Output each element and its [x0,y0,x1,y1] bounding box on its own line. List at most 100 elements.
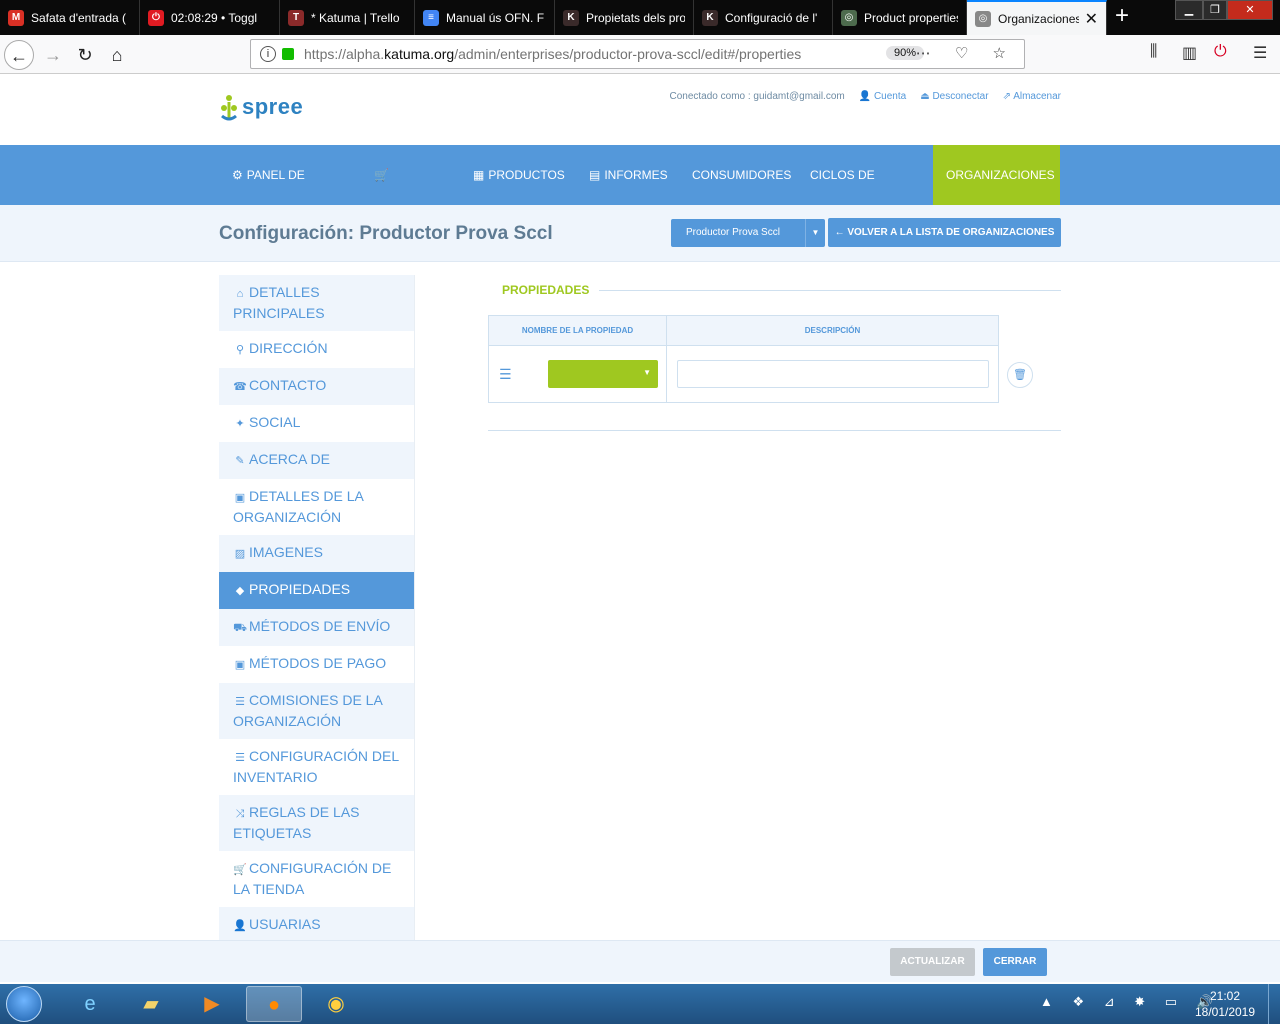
update-button[interactable]: Actualizar [890,948,975,976]
browser-tab[interactable]: ◎ Organizaciones ✕ [967,0,1107,35]
sidebar-item[interactable]: ⚲ Dirección [219,331,415,368]
sidebar-item[interactable]: ⛟ Métodos de envío [219,609,415,646]
os-taskbar: e ▰ ▶ ● ◉ ▲ ❖ ⊿ ✸ ▭ 🔊 21:02 18/01/2019 [0,984,1280,1024]
library-icon[interactable]: ⫼ [1150,43,1157,61]
sidebar-item[interactable]: ⤨ Reglas de las etiquetas [219,795,415,851]
sidebar-item-label: Configuración del inventario [233,748,399,785]
column-header-name: Nombre de la propiedad [488,315,667,346]
browser-tab[interactable]: ≡ Manual ús OFN. F [415,0,555,35]
nav-item[interactable]: ▤ Informes [576,145,668,205]
logout-link[interactable]: ⏏ Desconectar [920,91,988,102]
sidebar-item[interactable]: 👤 Usuarias [219,907,415,944]
browser-tab[interactable]: ⏻ 02:08:29 • Toggl [140,0,280,35]
column-header-description: Descripción [666,315,999,346]
external-link-icon: ⇗ [1002,91,1014,102]
sidebar-item[interactable]: ◆ Propiedades [219,572,415,609]
browser-tab-label: Propietats dels pro [586,10,685,25]
sidebar-item-label: Dirección [249,340,328,356]
chrome-icon[interactable]: ◉ [308,986,364,1022]
content-divider [488,430,1061,431]
sidebar-item[interactable]: ✎ Acerca de [219,442,415,479]
home-icon[interactable]: ⌂ [102,40,132,70]
nav-item[interactable]: 🛒Pedidos [361,145,455,242]
url-bar[interactable]: i https://alpha. katuma.org/admin/enterpr… [250,39,1025,69]
user-bar: Conectado como : guidamt@gmail.com 👤 Cue… [669,91,1061,102]
new-tab-button[interactable]: + [1108,3,1136,31]
sidebar-icon[interactable]: ▥ [1182,43,1197,63]
nav-item-icon: ⚙ [232,168,243,182]
nav-item[interactable]: Organizaciones [933,145,1060,205]
nav-item[interactable]: ⚙Panel de inicio [219,145,355,242]
enterprise-select[interactable]: Productor Prova Sccl ▼ [671,219,825,247]
table-row: ☰ ▼ [488,345,999,403]
browser-tab[interactable]: K Configuració de l' [694,0,833,35]
firefox-icon[interactable]: ● [246,986,302,1022]
gmail-icon: M [8,9,24,26]
properties-table: Nombre de la propiedad Descripción ☰ ▼ [488,315,999,403]
trash-icon[interactable]: 🗑 [1007,362,1033,388]
padlock-icon [282,48,294,60]
media-player-icon[interactable]: ▶ [184,986,240,1022]
forward-arrow-icon[interactable]: → [38,40,68,70]
sidebar-item[interactable]: ☰ Configuración del inventario [219,739,415,795]
nav-item-icon: ▦ [473,168,485,182]
nav-item-icon: ▤ [589,168,601,182]
window-close-button[interactable]: ✕ [1227,0,1273,20]
store-link[interactable]: ⇗ Almacenar [1003,91,1061,102]
sidebar-item-icon: ✦ [235,418,245,430]
minimize-button[interactable]: ▁ [1175,0,1203,20]
menu-icon[interactable]: ☰ [1253,43,1267,63]
back-to-list-button[interactable]: ← Volver a la lista de organizaciones [828,218,1061,247]
browser-tab-label: Manual ús OFN. F [446,10,545,25]
property-description-input[interactable] [677,360,989,388]
url-prefix: https://alpha. [304,46,385,62]
sidebar-item-label: Acerca de [249,451,330,467]
trello-icon: T [288,9,304,26]
sidebar-item[interactable]: ✦ Social [219,405,415,442]
sidebar-item[interactable]: ▣ Métodos de pago [219,646,415,683]
sidebar-item-icon: ▣ [234,492,246,504]
back-arrow-icon[interactable]: ← [4,40,34,70]
katuma-icon: K [702,9,718,26]
windows-start-icon[interactable] [6,986,42,1022]
page-actions-icons[interactable]: ⋯ ♡ ☆ [916,44,1016,62]
browser-tab[interactable]: K Propietats dels pro [555,0,694,35]
sidebar-item[interactable]: ⌂ Detalles principales [219,275,415,331]
sidebar-item[interactable]: ▨ Imagenes [219,535,415,572]
account-link[interactable]: 👤 Cuenta [859,91,906,102]
drag-handle-icon[interactable]: ☰ [499,366,512,383]
sidebar-item[interactable]: ▣ Detalles de la organización [219,479,415,535]
site-info-icon[interactable]: i [260,46,276,62]
nav-item[interactable]: Ciclos de pedidos [797,145,927,242]
reload-icon[interactable]: ↻ [70,40,100,70]
close-tab-icon[interactable]: ✕ [1079,9,1098,29]
file-explorer-icon[interactable]: ▰ [123,986,179,1022]
close-button[interactable]: Cerrar [983,948,1047,976]
sidebar-item[interactable]: 🛒 Configuración de la tienda [219,851,415,907]
main-navigation: ⚙Panel de inicio🛒Pedidos▦Productos▤Infor… [0,145,1280,242]
sidebar-item[interactable]: ☰ Comisiones de la organización [219,683,415,739]
property-name-select[interactable]: ▼ [548,360,658,388]
nav-item-icon: 🛒 [374,168,389,182]
browser-tab[interactable]: M Safata d'entrada ( [0,0,140,35]
settings-sidebar: ⌂ Detalles principales ⚲ Dirección ☎ Contacto… [219,275,415,944]
sidebar-item-icon: ⚲ [235,344,245,356]
browser-tab-label: Safata d'entrada ( [31,10,127,25]
ofn-icon: ◎ [975,10,991,27]
arrow-left-icon: ← [834,227,848,238]
properties-panel: Propiedades Nombre de la propiedad Descr… [488,275,1061,431]
spree-logo[interactable]: spree [220,92,303,122]
nav-item[interactable]: Consumidores [679,145,791,205]
show-desktop-button[interactable] [1268,984,1280,1024]
browser-tab[interactable]: T * Katuma | Trello [280,0,415,35]
taskbar-clock[interactable]: 21:02 18/01/2019 [1190,988,1260,1020]
sidebar-item[interactable]: ☎ Contacto [219,368,415,405]
internet-explorer-icon[interactable]: e [62,986,118,1022]
power-addon-icon[interactable]: ⏻ [1214,43,1227,61]
katuma-icon: K [563,9,579,26]
sidebar-item-icon: ⌂ [236,288,244,300]
browser-tab[interactable]: ◎ Product properties [833,0,967,35]
spree-sprout-icon [220,92,238,122]
maximize-button[interactable]: ❐ [1203,0,1227,20]
nav-item[interactable]: ▦ Productos [460,145,571,205]
